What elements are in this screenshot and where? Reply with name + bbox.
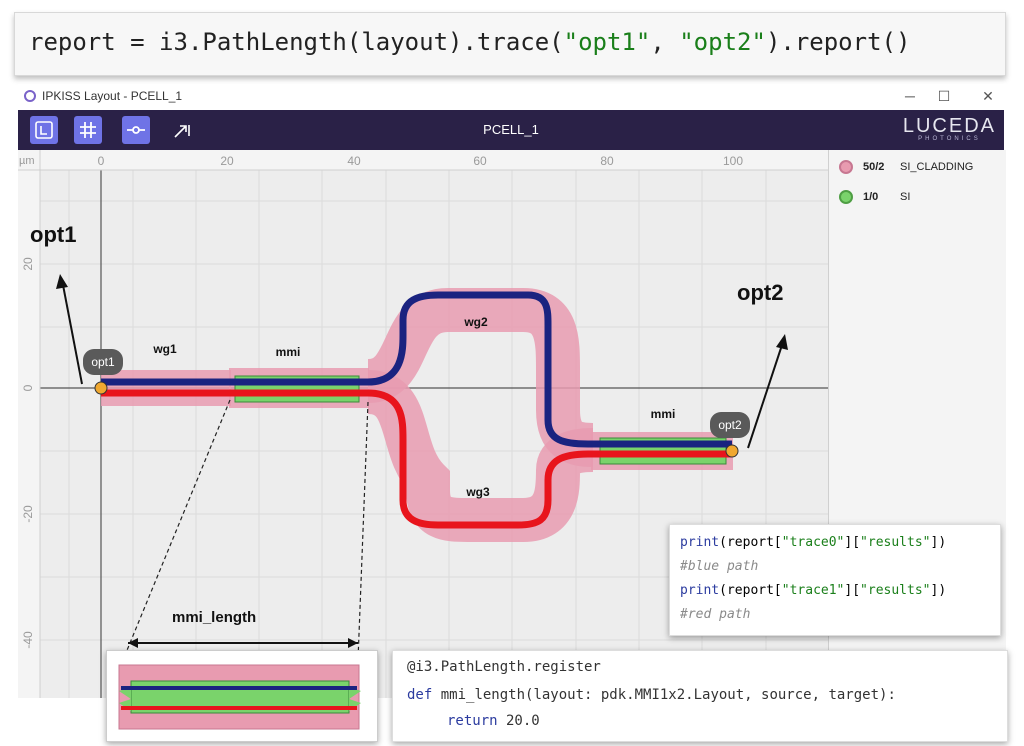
- layer-number: 1/0: [863, 191, 879, 203]
- wg1-label: wg1: [152, 342, 177, 356]
- window-title: IPKISS Layout - PCELL_1: [42, 89, 183, 103]
- mmi-left-label: mmi: [276, 345, 301, 359]
- wg2-label: wg2: [463, 315, 488, 329]
- comment-red-path: #red path: [680, 607, 751, 622]
- opt1-callout: opt1: [30, 222, 77, 247]
- brand-name: LUCEDA: [902, 115, 996, 137]
- code-arg-opt1: "opt1": [563, 28, 651, 56]
- layer-name: SI_CLADDING: [900, 161, 974, 173]
- close-button[interactable]: ✕: [976, 86, 1000, 106]
- mmi-zoom-svg: [118, 664, 361, 730]
- code-sep: ,: [650, 28, 680, 56]
- port-opt2-label: opt2: [718, 418, 742, 432]
- print-line-trace0: print(report["trace0"]["results"]): [680, 535, 947, 550]
- y-tick: 20: [21, 257, 35, 271]
- decorator-line: @i3.PathLength.register: [407, 659, 601, 675]
- minimize-button[interactable]: ─: [898, 86, 922, 106]
- ipkiss-app-icon: [24, 90, 36, 102]
- luceda-logo: LUCEDA PHOTONICS: [903, 116, 996, 142]
- window-titlebar: IPKISS Layout - PCELL_1 ─ ☐ ✕: [18, 84, 1010, 110]
- layer-swatch: [839, 190, 853, 204]
- def-line: def mmi_length(layout: pdk.MMI1x2.Layout…: [407, 687, 896, 703]
- code-line: report = i3.PathLength(layout).trace("op…: [29, 28, 910, 56]
- wg1-cladding: [101, 370, 231, 406]
- code-prefix: report = i3.PathLength(layout).trace(: [29, 28, 564, 56]
- axis-unit: µm: [19, 155, 35, 167]
- return-line: return 20.0: [447, 713, 540, 729]
- x-tick: 80: [600, 154, 614, 168]
- port-opt1[interactable]: [94, 381, 108, 395]
- mmi-zoom-inset: [106, 650, 378, 742]
- x-tick: 20: [220, 154, 234, 168]
- layer-number: 50/2: [863, 161, 885, 173]
- opt2-callout: opt2: [737, 280, 784, 305]
- code-snippet-banner: report = i3.PathLength(layout).trace("op…: [14, 12, 1006, 76]
- toolbar: PCELL_1 LUCEDA PHOTONICS: [18, 110, 1004, 150]
- code-suffix: ).report(): [765, 28, 911, 56]
- mmi-right-label: mmi: [651, 407, 676, 421]
- port-opt2[interactable]: [725, 444, 739, 458]
- x-tick: 60: [473, 154, 487, 168]
- port-opt1-label: opt1: [91, 355, 115, 369]
- definition-code-box: @i3.PathLength.register def mmi_length(l…: [392, 650, 1008, 742]
- maximize-button[interactable]: ☐: [932, 86, 956, 106]
- y-tick: -20: [21, 505, 35, 523]
- y-tick: 0: [21, 384, 35, 391]
- layer-name: SI: [900, 191, 911, 203]
- print-code-box: print(report["trace0"]["results"]) #blue…: [669, 524, 1001, 636]
- cell-title: PCELL_1: [483, 122, 539, 137]
- x-tick: 100: [723, 154, 743, 168]
- x-tick: 0: [98, 154, 105, 168]
- y-tick: -40: [21, 631, 35, 649]
- code-arg-opt2: "opt2": [679, 28, 766, 56]
- wg3-label: wg3: [465, 485, 490, 499]
- x-tick: 40: [347, 154, 361, 168]
- layer-swatch: [839, 160, 853, 174]
- print-line-trace1: print(report["trace1"]["results"]): [680, 583, 947, 598]
- comment-blue-path: #blue path: [680, 559, 759, 574]
- mmi-length-callout: mmi_length: [172, 609, 257, 626]
